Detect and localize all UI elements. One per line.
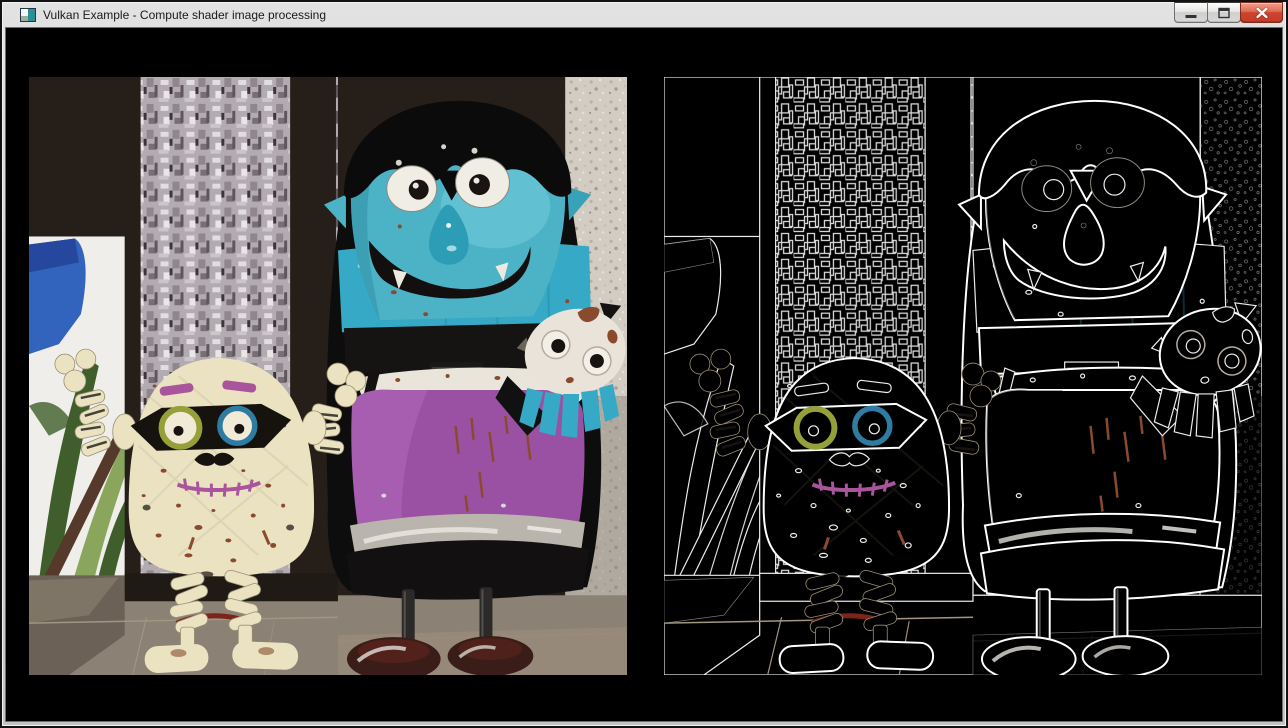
minimize-button[interactable]: [1174, 2, 1208, 23]
minimize-icon: [1185, 6, 1197, 20]
maximize-icon: [1218, 7, 1230, 19]
maximize-button[interactable]: [1207, 2, 1241, 23]
render-client-area[interactable]: [5, 27, 1283, 722]
window-controls: [1175, 2, 1283, 23]
close-button[interactable]: [1240, 2, 1283, 23]
close-icon: [1255, 7, 1269, 19]
window-title: Vulkan Example - Compute shader image pr…: [43, 8, 326, 22]
mummy-foot-left: [144, 643, 209, 673]
edge-detect-output-pane: [664, 77, 1262, 675]
mummy-foot-right: [867, 641, 934, 670]
vulkan-app-icon: [20, 7, 36, 23]
mummy-foot-right: [232, 641, 299, 670]
app-window: Vulkan Example - Compute shader image pr…: [0, 0, 1288, 728]
mummy-foot-left: [779, 643, 844, 673]
original-image-pane: [29, 77, 627, 675]
titlebar[interactable]: Vulkan Example - Compute shader image pr…: [2, 2, 1286, 27]
mummy-glasses: [766, 404, 926, 451]
